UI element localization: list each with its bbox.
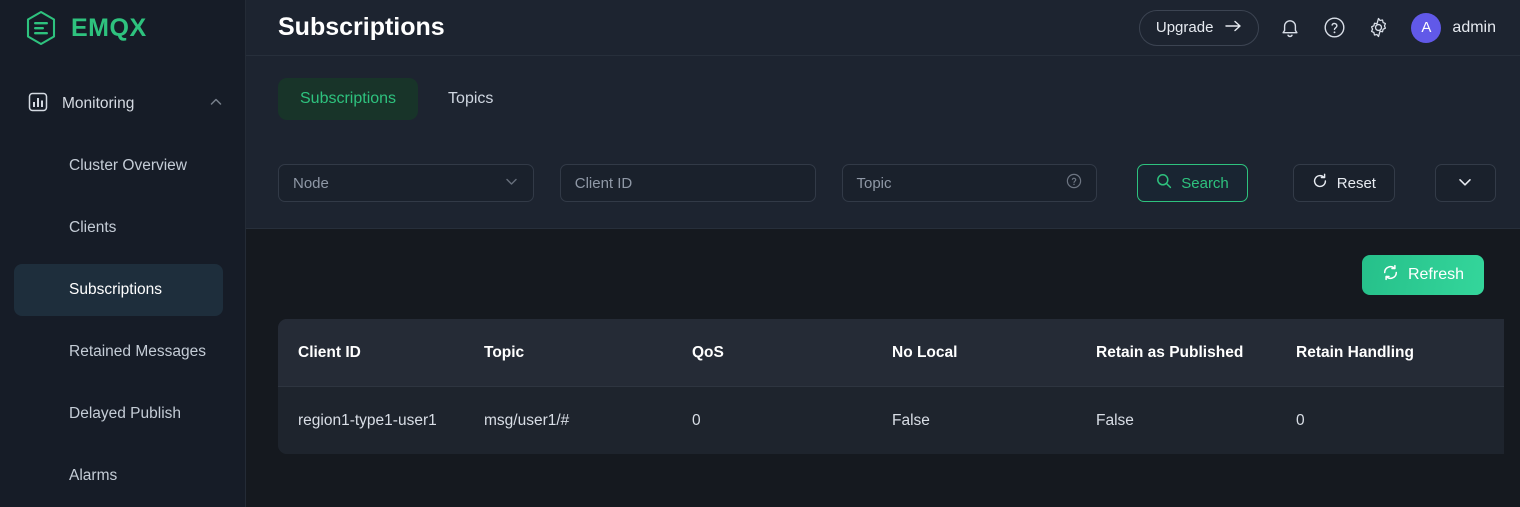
sidebar-item-label: Alarms (69, 467, 118, 484)
client-id-placeholder: Client ID (574, 174, 633, 192)
refresh-button-label: Refresh (1407, 266, 1464, 283)
chevron-down-icon (504, 174, 519, 193)
reset-button-label: Reset (1336, 174, 1376, 192)
column-header-retain-handling: Retain Handling (1296, 319, 1504, 387)
username-label: admin (1452, 18, 1496, 36)
cell-no-local: False (892, 386, 1096, 454)
search-icon (1156, 173, 1172, 193)
content-area: Refresh Client ID Topic QoS No Local Ret… (246, 229, 1520, 507)
column-header-topic: Topic (484, 319, 692, 387)
search-button[interactable]: Search (1137, 164, 1248, 202)
subscriptions-table: Client ID Topic QoS No Local Retain as P… (278, 319, 1504, 454)
top-bar: Subscriptions Upgrade A admin (246, 0, 1520, 56)
sidebar-item-clients[interactable]: Clients (14, 202, 223, 254)
bar-chart-icon (28, 92, 48, 117)
topic-placeholder: Topic (856, 174, 892, 192)
sidebar-item-delayed-publish[interactable]: Delayed Publish (14, 388, 223, 440)
sidebar-item-retained-messages[interactable]: Retained Messages (14, 326, 223, 378)
column-header-client-id: Client ID (278, 319, 484, 387)
page-title: Subscriptions (278, 13, 445, 41)
column-header-no-local: No Local (892, 319, 1096, 387)
table-header-row: Client ID Topic QoS No Local Retain as P… (278, 319, 1504, 387)
filter-row: Node Client ID Topic Search Reset (278, 164, 1497, 202)
sidebar-item-label: Cluster Overview (69, 157, 187, 174)
node-select[interactable]: Node (278, 164, 534, 202)
emqx-hexagon-logo-icon (22, 9, 60, 47)
reset-button[interactable]: Reset (1292, 164, 1395, 202)
sidebar-items: Cluster Overview Clients Subscriptions R… (0, 140, 245, 502)
bell-icon[interactable] (1277, 15, 1303, 41)
sidebar-item-cluster-overview[interactable]: Cluster Overview (14, 140, 223, 192)
sidebar: EMQX Monitoring Cluster Overview Clients… (0, 0, 246, 507)
avatar: A (1411, 12, 1442, 43)
refresh-button[interactable]: Refresh (1361, 255, 1484, 295)
column-header-qos: QoS (692, 319, 892, 387)
app-root: EMQX Monitoring Cluster Overview Clients… (0, 0, 1520, 507)
sidebar-item-label: Delayed Publish (69, 405, 182, 422)
tab-topics[interactable]: Topics (426, 78, 515, 120)
filter-panel: Subscriptions Topics Node Client ID Topi… (246, 56, 1520, 229)
topic-input[interactable]: Topic (841, 164, 1098, 202)
cell-retain-handling: 0 (1296, 386, 1504, 454)
sidebar-group-label: Monitoring (62, 95, 135, 112)
chevron-up-icon[interactable] (209, 95, 223, 114)
question-circle-icon[interactable] (1066, 173, 1082, 193)
user-menu[interactable]: A admin (1411, 12, 1496, 43)
expand-filters-button[interactable] (1434, 164, 1497, 202)
question-circle-icon[interactable] (1321, 15, 1347, 41)
tab-bar: Subscriptions Topics (278, 78, 1496, 120)
tab-subscriptions[interactable]: Subscriptions (278, 78, 419, 120)
table-row[interactable]: region1-type1-user1 msg/user1/# 0 False … (278, 386, 1504, 454)
sidebar-nav: Monitoring Cluster Overview Clients Subs… (0, 86, 245, 502)
cell-client-id: region1-type1-user1 (278, 386, 484, 454)
sidebar-item-subscriptions[interactable]: Subscriptions (14, 264, 223, 316)
arrow-right-icon (1225, 19, 1242, 37)
sidebar-item-label: Subscriptions (69, 281, 163, 298)
node-select-value: Node (293, 174, 329, 192)
brand-logo[interactable]: EMQX (0, 0, 245, 56)
tab-label: Subscriptions (300, 90, 397, 107)
refresh-ccw-icon (1312, 173, 1328, 193)
cell-topic: msg/user1/# (484, 386, 692, 454)
column-header-retain-as-published: Retain as Published (1096, 319, 1296, 387)
refresh-icon (1382, 264, 1399, 286)
top-bar-actions: Upgrade A admin (1138, 9, 1496, 46)
upgrade-label: Upgrade (1155, 19, 1214, 36)
tab-label: Topics (448, 90, 494, 107)
sidebar-item-label: Retained Messages (69, 343, 206, 360)
gear-icon[interactable] (1365, 15, 1391, 41)
cell-retain-as-published: False (1096, 386, 1296, 454)
table-toolbar: Refresh (278, 255, 1504, 295)
cell-qos: 0 (692, 386, 892, 454)
sidebar-item-alarms[interactable]: Alarms (14, 450, 223, 502)
main-area: Subscriptions Upgrade A admin Subscripti… (246, 0, 1520, 507)
chevron-down-icon (1456, 173, 1474, 194)
brand-name: EMQX (71, 13, 147, 42)
sidebar-item-label: Clients (69, 219, 117, 236)
client-id-input[interactable]: Client ID (559, 164, 816, 202)
search-button-label: Search (1181, 174, 1229, 192)
sidebar-group-monitoring[interactable]: Monitoring (0, 86, 245, 122)
upgrade-button[interactable]: Upgrade (1138, 9, 1260, 46)
